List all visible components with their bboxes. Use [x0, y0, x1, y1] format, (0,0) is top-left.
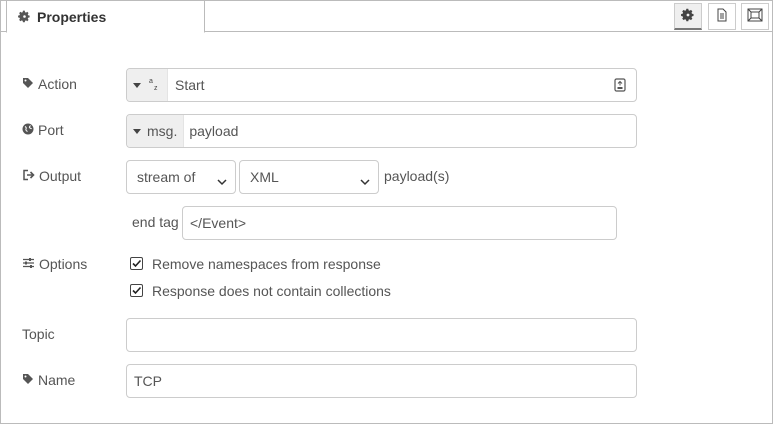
frame-icon — [747, 8, 763, 25]
tab-bar: Properties — [1, 1, 772, 33]
caret-down-icon — [133, 82, 141, 88]
remove-namespaces-checkbox[interactable] — [130, 257, 143, 270]
action-value: Start — [175, 77, 205, 93]
action-label: Action — [38, 76, 77, 92]
output-format-select[interactable]: XML — [239, 160, 379, 194]
expand-editor-icon[interactable] — [614, 78, 626, 95]
no-collections-label: Response does not contain collections — [152, 283, 391, 299]
action-label-row: Action — [22, 74, 77, 94]
topic-label-row: Topic — [22, 324, 55, 344]
options-label: Options — [39, 256, 88, 272]
svg-text:a: a — [149, 78, 153, 85]
remove-namespaces-label: Remove namespaces from response — [152, 256, 381, 272]
output-suffix: payload(s) — [384, 168, 450, 184]
sliders-icon — [22, 256, 39, 272]
options-label-row: Options — [22, 254, 87, 274]
check-icon — [131, 283, 142, 299]
tag-icon — [22, 372, 38, 388]
port-type-select[interactable]: msg. — [127, 115, 185, 147]
port-input[interactable]: msg. payload — [126, 114, 637, 148]
output-mode-select[interactable]: stream of — [126, 160, 236, 194]
appearance-tab-button[interactable] — [741, 3, 769, 30]
caret-down-icon — [133, 128, 141, 134]
end-tag-value: </Event> — [190, 215, 247, 231]
end-tag-label: end tag — [132, 214, 179, 230]
gear-icon — [18, 10, 32, 24]
settings-tab-button[interactable] — [674, 3, 702, 30]
output-label-row: Output — [22, 166, 81, 186]
no-collections-checkbox[interactable] — [130, 284, 143, 297]
name-value: TCP — [134, 373, 162, 389]
port-label-row: Port — [22, 120, 64, 140]
output-label: Output — [39, 168, 82, 184]
output-mode-value: stream of — [137, 169, 196, 185]
action-type-select[interactable]: az — [127, 69, 168, 101]
description-tab-button[interactable] — [708, 3, 736, 30]
port-type-prefix: msg. — [147, 123, 178, 139]
tab-properties[interactable]: Properties — [6, 1, 205, 33]
name-input[interactable]: TCP — [126, 364, 637, 398]
gear-icon — [681, 8, 695, 25]
sign-out-icon — [22, 168, 39, 184]
topic-input[interactable] — [126, 318, 637, 352]
action-input[interactable]: az Start — [126, 68, 637, 102]
chevron-down-icon — [217, 173, 227, 189]
port-value: payload — [189, 123, 239, 139]
globe-icon — [22, 122, 38, 138]
tag-icon — [22, 76, 38, 92]
document-icon — [715, 8, 729, 25]
properties-panel: Properties Action az Start Port msg. pay… — [0, 0, 773, 424]
port-label: Port — [38, 122, 64, 138]
tab-properties-label: Properties — [37, 8, 107, 25]
name-label-row: Name — [22, 370, 75, 390]
end-tag-input[interactable]: </Event> — [182, 206, 617, 240]
string-type-icon: az — [147, 77, 161, 94]
check-icon — [131, 256, 142, 272]
topic-label: Topic — [22, 326, 55, 342]
svg-text:z: z — [154, 85, 158, 91]
chevron-down-icon — [360, 173, 370, 189]
name-label: Name — [38, 372, 76, 388]
output-format-value: XML — [250, 169, 279, 185]
